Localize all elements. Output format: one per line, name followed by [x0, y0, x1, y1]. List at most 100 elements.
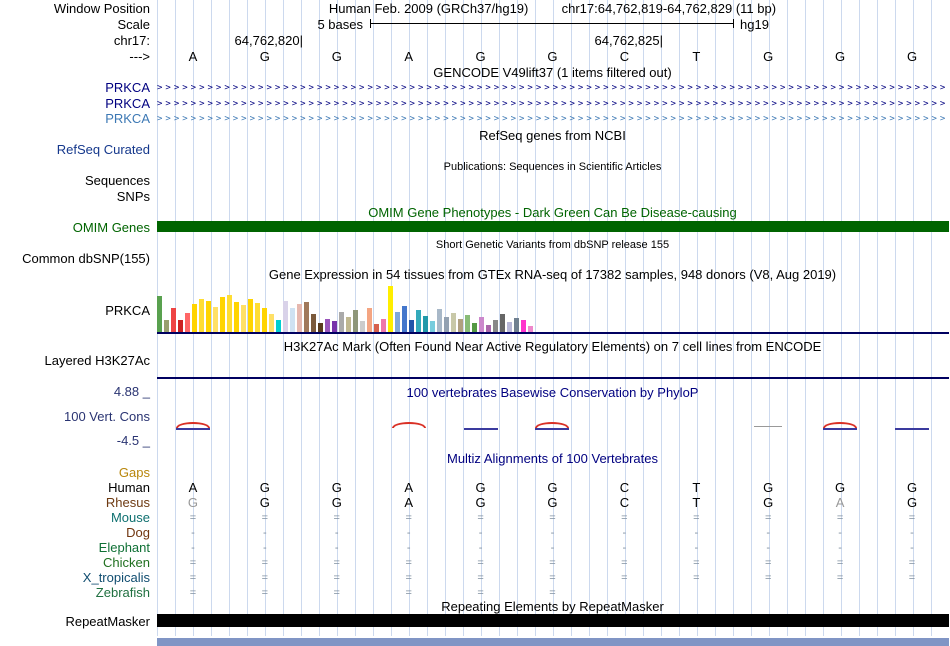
- gtex-tissue-bar[interactable]: [500, 314, 505, 332]
- gtex-tissue-bar[interactable]: [234, 302, 239, 332]
- gtex-tissue-bar[interactable]: [311, 314, 316, 332]
- gtex-tissue-bar[interactable]: [178, 320, 183, 332]
- multiz-species-label[interactable]: Human: [0, 481, 150, 495]
- gtex-tissue-bar[interactable]: [241, 305, 246, 332]
- gtex-tissue-bar[interactable]: [416, 310, 421, 332]
- gtex-tissue-bar[interactable]: [388, 286, 393, 332]
- repeatmasker-label[interactable]: RepeatMasker: [0, 615, 150, 629]
- gtex-tissue-bar[interactable]: [367, 308, 372, 332]
- assembly-label: hg19: [740, 17, 769, 32]
- align-cell: =: [333, 557, 340, 569]
- multiz-species-label[interactable]: Dog: [0, 526, 150, 540]
- gencode-gene-label[interactable]: PRKCA: [0, 81, 150, 95]
- gtex-tissue-bar[interactable]: [220, 297, 225, 332]
- multiz-species-label[interactable]: X_tropicalis: [0, 571, 150, 585]
- multiz-species-label[interactable]: Zebrafish: [0, 586, 150, 600]
- multiz-species-label[interactable]: Rhesus: [0, 496, 150, 510]
- repeatmasker-bar[interactable]: [157, 614, 949, 627]
- phylop-negative-mark: [535, 428, 570, 430]
- gtex-tissue-bar[interactable]: [521, 320, 526, 332]
- gene-arrow-row[interactable]: >>>>>>>>>>>>>>>>>>>>>>>>>>>>>>>>>>>>>>>>…: [157, 98, 948, 110]
- gtex-tissue-bar[interactable]: [437, 309, 442, 332]
- gtex-tissue-bar[interactable]: [283, 301, 288, 332]
- sequences-label[interactable]: Sequences: [0, 174, 150, 188]
- gtex-tissue-bar[interactable]: [262, 308, 267, 332]
- align-cell: =: [549, 572, 556, 584]
- gtex-tissue-bar[interactable]: [395, 312, 400, 332]
- gtex-tissue-bar[interactable]: [157, 296, 162, 332]
- h3k27ac-label[interactable]: Layered H3K27Ac: [0, 354, 150, 368]
- gtex-tissue-bar[interactable]: [227, 295, 232, 332]
- dbsnp-title[interactable]: Short Genetic Variants from dbSNP releas…: [157, 238, 948, 252]
- multiz-species-label[interactable]: Mouse: [0, 511, 150, 525]
- multiz-species-label[interactable]: Gaps: [0, 466, 150, 480]
- gtex-tissue-bar[interactable]: [381, 319, 386, 332]
- gtex-tissue-bar[interactable]: [465, 315, 470, 332]
- gtex-tissue-bar[interactable]: [213, 307, 218, 332]
- gtex-tissue-bar[interactable]: [402, 306, 407, 332]
- gtex-tissue-bar[interactable]: [276, 320, 281, 332]
- gtex-tissue-bar[interactable]: [318, 323, 323, 332]
- gene-arrow-row[interactable]: >>>>>>>>>>>>>>>>>>>>>>>>>>>>>>>>>>>>>>>>…: [157, 113, 948, 125]
- gtex-tissue-bar[interactable]: [255, 303, 260, 332]
- multiz-title[interactable]: Multiz Alignments of 100 Vertebrates: [157, 452, 948, 466]
- gencode-gene-label[interactable]: PRKCA: [0, 96, 150, 111]
- gtex-tissue-bar[interactable]: [360, 321, 365, 332]
- omim-title[interactable]: OMIM Gene Phenotypes - Dark Green Can Be…: [157, 206, 948, 220]
- gtex-tissue-bar[interactable]: [297, 304, 302, 332]
- gtex-tissue-bar[interactable]: [409, 320, 414, 332]
- refseq-curated-label[interactable]: RefSeq Curated: [0, 143, 150, 157]
- refseq-title[interactable]: RefSeq genes from NCBI: [157, 129, 948, 143]
- repeatmasker-title[interactable]: Repeating Elements by RepeatMasker: [157, 600, 948, 614]
- gtex-tissue-bar[interactable]: [472, 323, 477, 332]
- gtex-tissue-bar[interactable]: [353, 310, 358, 332]
- gtex-tissue-bar[interactable]: [332, 321, 337, 332]
- gtex-tissue-bar[interactable]: [479, 317, 484, 332]
- align-cell: =: [189, 587, 197, 599]
- align-cell: -: [550, 527, 555, 539]
- gtex-tissue-bar[interactable]: [171, 308, 176, 332]
- omim-genes-label[interactable]: OMIM Genes: [0, 221, 150, 235]
- gtex-tissue-bar[interactable]: [486, 325, 491, 332]
- gtex-tissue-bar[interactable]: [430, 321, 435, 332]
- publications-title[interactable]: Publications: Sequences in Scientific Ar…: [157, 160, 948, 174]
- gtex-tissue-bar[interactable]: [192, 304, 197, 332]
- phylop-title[interactable]: 100 vertebrates Basewise Conservation by…: [157, 386, 948, 400]
- gtex-tissue-bar[interactable]: [374, 324, 379, 332]
- multiz-species-label[interactable]: Elephant: [0, 541, 150, 555]
- gtex-tissue-bar[interactable]: [493, 320, 498, 332]
- gtex-tissue-bar[interactable]: [164, 320, 169, 332]
- align-cell: =: [405, 557, 412, 569]
- h3k27ac-title[interactable]: H3K27Ac Mark (Often Found Near Active Re…: [157, 340, 948, 354]
- gtex-tissue-bar[interactable]: [514, 318, 519, 332]
- gtex-tissue-bar[interactable]: [346, 317, 351, 332]
- gtex-tissue-bar[interactable]: [325, 319, 330, 332]
- dbsnp-label[interactable]: Common dbSNP(155): [0, 252, 150, 266]
- gtex-chart[interactable]: [157, 286, 948, 332]
- gtex-tissue-bar[interactable]: [206, 301, 211, 332]
- omim-gene-bar[interactable]: [157, 221, 949, 232]
- gtex-tissue-bar[interactable]: [269, 314, 274, 332]
- align-cell: =: [405, 587, 412, 599]
- gtex-title[interactable]: Gene Expression in 54 tissues from GTEx …: [157, 268, 948, 282]
- gene-arrow-row[interactable]: >>>>>>>>>>>>>>>>>>>>>>>>>>>>>>>>>>>>>>>>…: [157, 82, 948, 94]
- gtex-tissue-bar[interactable]: [185, 313, 190, 332]
- gtex-tissue-bar[interactable]: [451, 313, 456, 332]
- gencode-title[interactable]: GENCODE V49lift37 (1 items filtered out): [157, 66, 948, 80]
- snps-label[interactable]: SNPs: [0, 190, 150, 204]
- gtex-tissue-bar[interactable]: [423, 316, 428, 332]
- multiz-species-label[interactable]: Chicken: [0, 556, 150, 570]
- gtex-tissue-bar[interactable]: [199, 299, 204, 332]
- gtex-tissue-bar[interactable]: [444, 317, 449, 332]
- gtex-tissue-bar[interactable]: [458, 319, 463, 332]
- gtex-tissue-bar[interactable]: [339, 312, 344, 332]
- gtex-gene-label[interactable]: PRKCA: [0, 304, 150, 318]
- gtex-tissue-bar[interactable]: [248, 299, 253, 332]
- gtex-tissue-bar[interactable]: [290, 308, 295, 332]
- align-cell: -: [910, 542, 914, 554]
- phylop-track-label[interactable]: 100 Vert. Cons: [0, 410, 150, 424]
- gtex-tissue-bar[interactable]: [304, 302, 309, 332]
- align-cell: G: [475, 495, 486, 510]
- gtex-tissue-bar[interactable]: [507, 322, 512, 332]
- gencode-gene-label[interactable]: PRKCA: [0, 112, 150, 126]
